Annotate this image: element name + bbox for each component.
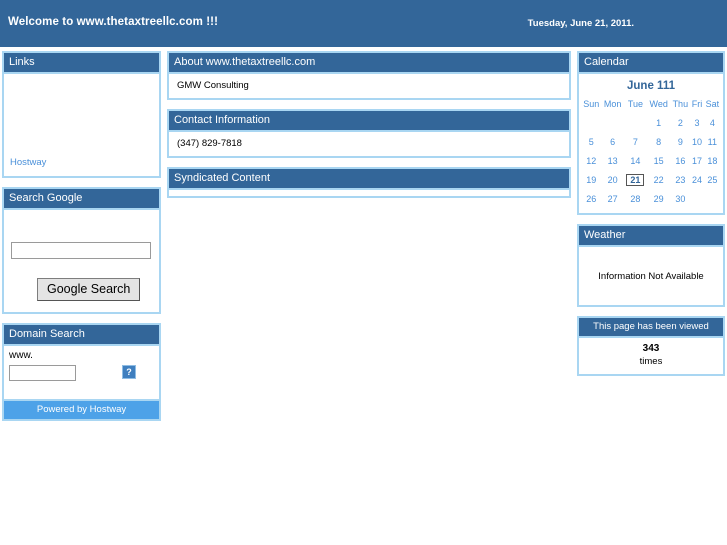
weather-message: Information Not Available [598, 271, 704, 282]
calendar-day-14[interactable]: 14 [624, 151, 647, 170]
page-counter-unit: times [639, 356, 663, 367]
calendar-panel: Calendar June 111 Sun Mon Tue Wed Thu Fri Sat … [577, 51, 725, 215]
page-banner: Welcome to www.thetaxtreellc.com !!! Tue… [0, 0, 727, 47]
calendar-day-1[interactable]: 1 [647, 113, 670, 132]
calendar-day-7[interactable]: 7 [624, 132, 647, 151]
calendar-day-6[interactable]: 6 [601, 132, 623, 151]
google-search-panel-body: Google Search [4, 210, 159, 312]
google-search-panel: Search Google Google Search [2, 187, 161, 314]
calendar-day-23[interactable]: 23 [670, 170, 690, 189]
page-counter-panel: This page has been viewed 343 times [577, 316, 725, 376]
calendar-panel-body: June 111 Sun Mon Tue Wed Thu Fri Sat 123456789… [579, 74, 723, 213]
calendar-day-28[interactable]: 28 [624, 189, 647, 208]
calendar-week-row: 1234 [581, 113, 721, 132]
calendar-week-row: 12 13 14 15 16 17 18 [581, 151, 721, 170]
calendar-day-10[interactable]: 10 [690, 132, 703, 151]
page-content: Links Hostway Search Google Google Searc… [0, 47, 727, 545]
page-counter-title: This page has been viewed [579, 318, 723, 338]
calendar-day-4[interactable]: 4 [704, 113, 721, 132]
calendar-day-8[interactable]: 8 [647, 132, 670, 151]
links-panel-title: Links [4, 53, 159, 74]
calendar-panel-title: Calendar [579, 53, 723, 74]
left-sidebar: Links Hostway Search Google Google Searc… [2, 51, 161, 421]
calendar-day-29[interactable]: 29 [647, 189, 670, 208]
calendar-weekday-sat: Sat [705, 99, 720, 109]
calendar-day-9[interactable]: 9 [670, 132, 690, 151]
calendar-day-15[interactable]: 15 [647, 151, 670, 170]
domain-search-panel-body: www. ? [4, 346, 159, 399]
calendar-day-today[interactable]: 21 [624, 170, 647, 189]
calendar-day-3[interactable]: 3 [690, 113, 703, 132]
calendar-day-17[interactable]: 17 [690, 151, 703, 170]
calendar-month-label: June 111 [627, 80, 675, 92]
calendar-weekday-thu: Thu [672, 99, 689, 109]
calendar-day-5[interactable]: 5 [581, 132, 601, 151]
calendar-day-30[interactable]: 30 [670, 189, 690, 208]
calendar-weekday-wed: Wed [649, 99, 668, 109]
calendar-weekday-fri: Fri [691, 99, 703, 109]
calendar-weekday-mon: Mon [603, 99, 622, 109]
calendar-day-empty [690, 189, 703, 208]
contact-phone-number: (347) 829-7818 [177, 138, 242, 149]
syndicated-content-panel-body [169, 190, 569, 196]
main-content: About www.thetaxtreellc.com GMW Consulti… [167, 51, 571, 207]
calendar-day-empty [624, 113, 647, 132]
domain-search-panel-title: Domain Search [4, 325, 159, 346]
calendar-day-20[interactable]: 20 [601, 170, 623, 189]
calendar-day-empty [581, 113, 601, 132]
calendar-day-empty [704, 189, 721, 208]
calendar-week-row: 19 20 21 22 23 24 25 [581, 170, 721, 189]
calendar-week-row: 5 6 7 8 9 10 11 [581, 132, 721, 151]
calendar-day-25[interactable]: 25 [704, 170, 721, 189]
calendar-day-19[interactable]: 19 [581, 170, 601, 189]
domain-prefix-label: www. [9, 350, 33, 361]
syndicated-content-panel-title: Syndicated Content [169, 169, 569, 190]
calendar-weekday-row: Sun Mon Tue Wed Thu Fri Sat [581, 97, 721, 113]
page-title: Welcome to www.thetaxtreellc.com !!! [8, 16, 219, 28]
about-panel: About www.thetaxtreellc.com GMW Consulti… [167, 51, 571, 100]
calendar-grid: Sun Mon Tue Wed Thu Fri Sat 1 2 3 4 5 6 7 8 9 10 11 12 13 1… [581, 97, 721, 208]
calendar-day-empty [601, 113, 623, 132]
calendar-day-11[interactable]: 11 [704, 132, 721, 151]
calendar-day-24[interactable]: 24 [690, 170, 703, 189]
about-panel-text: GMW Consulting [177, 80, 249, 91]
page-counter-value: 343 [642, 343, 660, 354]
powered-by-footer: Powered by Hostway [4, 399, 159, 419]
calendar-weekday-tue: Tue [627, 99, 643, 109]
domain-search-input[interactable] [9, 365, 76, 381]
weather-panel-title: Weather [579, 226, 723, 247]
right-sidebar: Calendar June 111 Sun Mon Tue Wed Thu Fri Sat … [577, 51, 725, 385]
calendar-weekday-sun: Sun [583, 99, 600, 109]
about-panel-body: GMW Consulting [169, 74, 569, 98]
calendar-day-26[interactable]: 26 [581, 189, 601, 208]
contact-panel: Contact Information (347) 829-7818 [167, 109, 571, 158]
calendar-day-18[interactable]: 18 [704, 151, 721, 170]
syndicated-content-panel: Syndicated Content [167, 167, 571, 198]
page-counter-body: 343 times [579, 338, 723, 374]
about-panel-title: About www.thetaxtreellc.com [169, 53, 569, 74]
weather-panel-body: Information Not Available [579, 247, 723, 305]
calendar-day-12[interactable]: 12 [581, 151, 601, 170]
links-panel: Links Hostway [2, 51, 161, 178]
google-search-button[interactable]: Google Search [37, 278, 141, 301]
calendar-week-row: 26 27 28 29 30 [581, 189, 721, 208]
calendar-day-22[interactable]: 22 [647, 170, 670, 189]
contact-panel-body: (347) 829-7818 [169, 132, 569, 156]
domain-search-panel: Domain Search www. ? Powered by Hostway [2, 323, 161, 421]
broken-image-icon[interactable]: ? [122, 365, 136, 379]
calendar-day-2[interactable]: 2 [670, 113, 690, 132]
calendar-day-16[interactable]: 16 [670, 151, 690, 170]
links-panel-body: Hostway [4, 74, 159, 176]
calendar-day-27[interactable]: 27 [601, 189, 623, 208]
link-hostway[interactable]: Hostway [10, 157, 46, 168]
google-search-panel-title: Search Google [4, 189, 159, 210]
banner-date: Tuesday, June 21, 2011. [527, 18, 634, 29]
google-search-input[interactable] [11, 242, 151, 259]
contact-panel-title: Contact Information [169, 111, 569, 132]
weather-panel: Weather Information Not Available [577, 224, 725, 307]
calendar-day-13[interactable]: 13 [601, 151, 623, 170]
